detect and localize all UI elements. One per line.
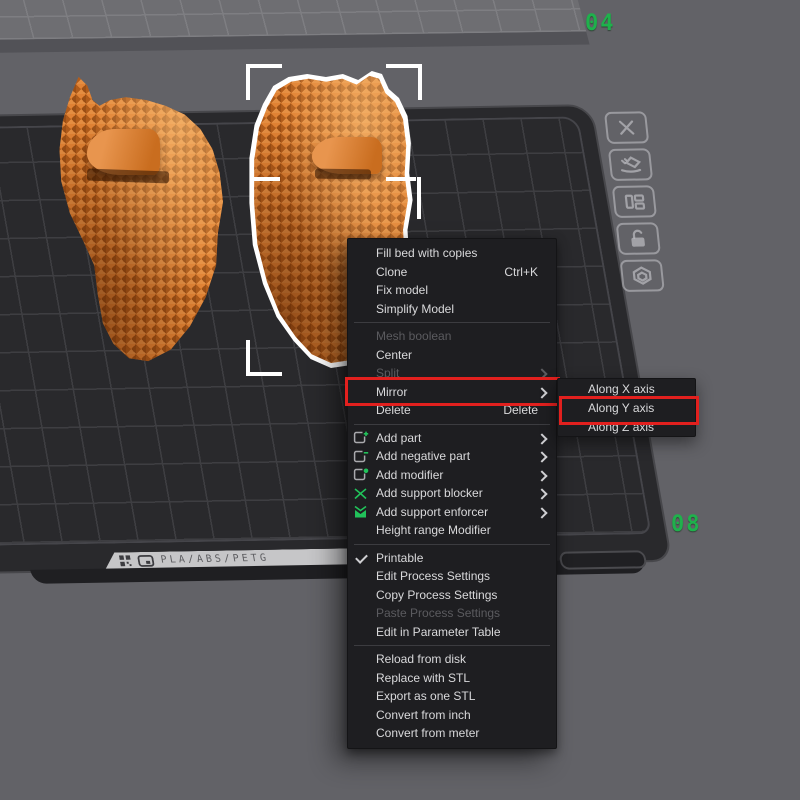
menu-separator <box>354 543 550 545</box>
plate-material-label: PLA/ABS/PETG <box>159 552 271 566</box>
chevron-right-icon <box>536 451 548 463</box>
submenu-item-along-z-axis[interactable]: Along Z axis <box>558 417 695 436</box>
plate-number-08: 08 <box>671 512 702 537</box>
menu-item-delete[interactable]: Delete Delete <box>348 401 556 420</box>
menu-item-mesh-boolean: Mesh boolean <box>376 329 452 344</box>
menu-item-height-range-modifier[interactable]: Height range Modifier <box>348 521 556 540</box>
menu-item-edit-in-parameter-table[interactable]: Edit in Parameter Table <box>348 623 556 642</box>
mask-eye-slot <box>314 168 372 180</box>
submenu-item-along-y-axis[interactable]: Along Y axis <box>558 398 695 417</box>
lock-open-icon <box>631 229 645 247</box>
chevron-right-icon <box>536 368 548 380</box>
menu-item-mirror[interactable]: Mirror <box>348 383 556 402</box>
delete-all-icon <box>618 120 635 135</box>
menu-item-add-part[interactable]: Add part <box>348 429 556 448</box>
auto-orient-button[interactable] <box>607 148 654 181</box>
context-menu: Fill bed with copies Clone Ctrl+K Fix mod… <box>345 238 560 749</box>
menu-item-printable[interactable]: Printable <box>348 549 556 568</box>
chevron-right-icon <box>536 386 548 399</box>
add-part-icon <box>353 431 369 445</box>
chevron-right-icon <box>536 432 548 445</box>
menu-item-center[interactable]: Center <box>348 346 556 365</box>
menu-item-simplify-model[interactable]: Simplify Model <box>348 300 556 319</box>
checkmark-icon <box>355 550 368 564</box>
menu-item-replace-with-stl[interactable]: Replace with STL <box>348 669 556 688</box>
add-negative-part-icon <box>353 450 369 464</box>
auto-orient-icon <box>621 156 642 173</box>
menu-item-paste-process-settings: Paste Process Settings <box>376 606 501 621</box>
menu-item-add-modifier[interactable]: Add modifier <box>348 466 556 485</box>
mask-eye-slot <box>87 168 170 183</box>
chevron-right-icon <box>536 488 548 500</box>
menu-item-reload-from-disk[interactable]: Reload from disk <box>348 650 556 669</box>
menu-separator <box>354 645 550 646</box>
qr-code-icon <box>119 555 132 566</box>
submenu-item-along-x-axis[interactable]: Along X axis <box>558 379 695 398</box>
menu-item-fix-model[interactable]: Fix model <box>348 281 556 300</box>
plate-settings-button[interactable] <box>619 259 665 292</box>
slicer-viewport: 04 08 PLA/ABS/PETG Fill bed with copies … <box>0 0 800 800</box>
mirror-submenu: Along X axis Along Y axis Along Z axis <box>557 378 699 437</box>
shortcut-label: Delete <box>503 403 538 418</box>
arrange-icon <box>624 194 646 210</box>
support-blocker-icon <box>353 487 369 501</box>
shortcut-label: Ctrl+K <box>504 264 538 279</box>
menu-item-clone[interactable]: Clone Ctrl+K <box>348 263 556 282</box>
menu-item-fill-bed-with-copies[interactable]: Fill bed with copies <box>348 244 556 263</box>
delete-all-button[interactable] <box>604 111 650 144</box>
menu-item-add-negative-part[interactable]: Add negative part <box>348 447 556 466</box>
add-modifier-icon <box>353 468 369 482</box>
plate-settings-icon <box>632 266 652 285</box>
menu-item-convert-from-inch[interactable]: Convert from inch <box>348 706 556 725</box>
menu-item-export-as-one-stl[interactable]: Export as one STL <box>348 687 556 706</box>
chevron-right-icon <box>536 506 548 519</box>
menu-item-convert-from-meter[interactable]: Convert from meter <box>348 724 556 743</box>
adjacent-plate[interactable] <box>0 0 590 53</box>
support-enforcer-icon <box>353 505 369 519</box>
chevron-right-icon <box>536 469 548 482</box>
plate-handle-slot <box>558 550 648 570</box>
plate-logo-icon <box>137 554 155 566</box>
menu-item-copy-process-settings[interactable]: Copy Process Settings <box>348 586 556 605</box>
menu-item-add-support-blocker[interactable]: Add support blocker <box>348 484 556 503</box>
lock-plate-button[interactable] <box>615 222 661 255</box>
menu-item-add-support-enforcer[interactable]: Add support enforcer <box>348 503 556 522</box>
arrange-button[interactable] <box>611 185 658 218</box>
menu-item-split: Split <box>348 364 556 383</box>
menu-item-edit-process-settings[interactable]: Edit Process Settings <box>348 567 556 586</box>
menu-separator <box>354 423 550 425</box>
menu-separator <box>354 322 550 323</box>
plate-number-04: 04 <box>585 11 616 36</box>
